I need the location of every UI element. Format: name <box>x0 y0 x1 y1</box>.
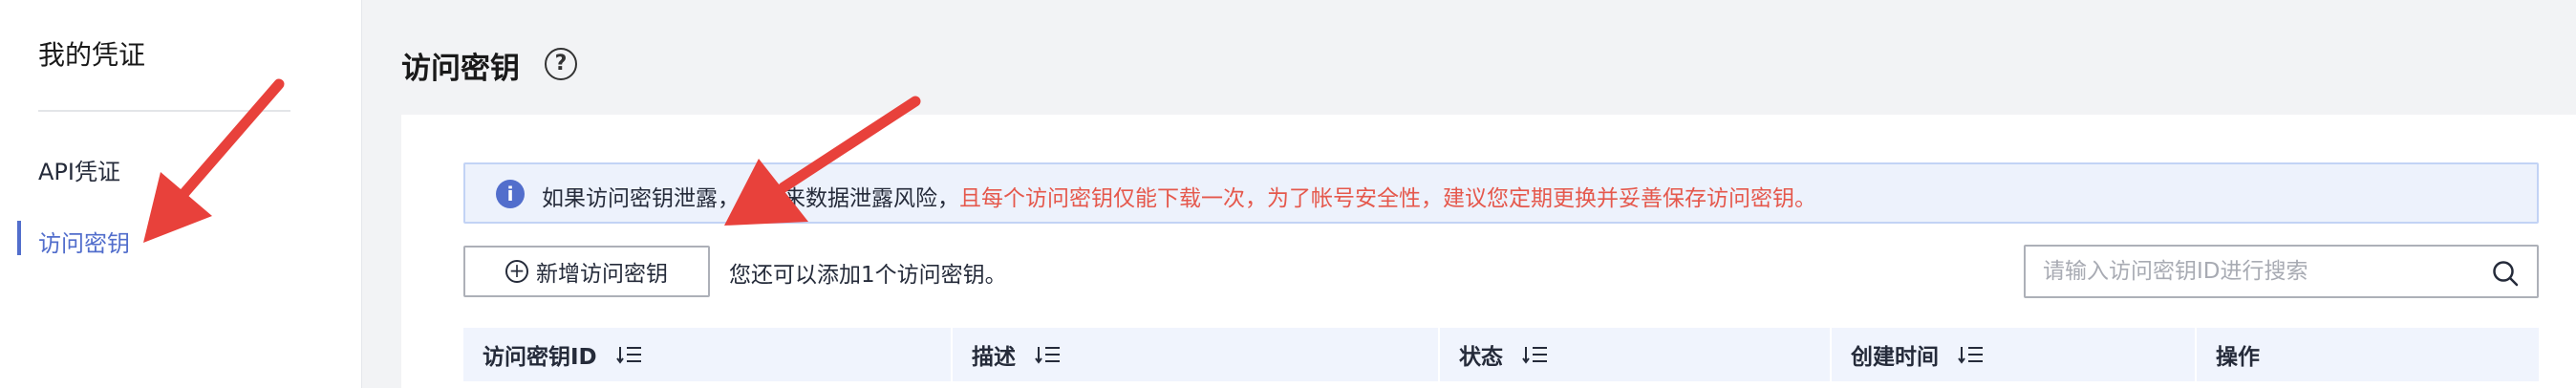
info-icon: i <box>496 180 525 208</box>
sidebar: 我的凭证 API凭证 访问密钥 <box>0 0 362 388</box>
notice-text: 如果访问密钥泄露，会带来数据泄露风险，且每个访问密钥仅能下载一次，为了帐号安全性… <box>542 180 1816 212</box>
column-header-created-time[interactable]: 创建时间 <box>1832 328 2195 381</box>
notice-text-warning: 且每个访问密钥仅能下载一次，为了帐号安全性，建议您定期更换并妥善保存访问密钥。 <box>959 186 1816 211</box>
column-label: 操作 <box>2216 345 2260 370</box>
sidebar-item-api-credentials[interactable]: API凭证 <box>38 153 120 186</box>
search-input[interactable] <box>2043 256 2463 287</box>
table-header: 访问密钥ID 描述 状态 创建时间 操作 <box>463 328 2539 381</box>
plus-circle-icon: + <box>505 260 528 283</box>
notice-banner: i 如果访问密钥泄露，会带来数据泄露风险，且每个访问密钥仅能下载一次，为了帐号安… <box>463 162 2539 224</box>
column-label: 状态 <box>1459 345 1503 370</box>
page-title: 访问密钥 <box>401 52 520 86</box>
sort-icon[interactable] <box>1035 344 1062 365</box>
column-header-description[interactable]: 描述 <box>953 328 1438 381</box>
help-icon[interactable]: ? <box>545 48 577 80</box>
add-access-key-label: 新增访问密钥 <box>536 262 668 287</box>
add-access-key-button[interactable]: + 新增访问密钥 <box>463 246 710 297</box>
sidebar-title: 我的凭证 <box>38 39 146 71</box>
app-root: 我的凭证 API凭证 访问密钥 访问密钥 ? i 如果访问密钥泄露，会带来数据泄… <box>0 0 2576 388</box>
sort-icon[interactable] <box>1522 344 1549 365</box>
add-quota-hint: 您还可以添加1个访问密钥。 <box>729 263 1007 288</box>
sidebar-divider <box>38 110 290 112</box>
search-icon[interactable] <box>2491 259 2520 288</box>
sort-icon[interactable] <box>1958 344 1985 365</box>
column-label: 访问密钥ID <box>483 345 597 370</box>
column-header-status[interactable]: 状态 <box>1440 328 1830 381</box>
search-box <box>2024 245 2539 298</box>
sidebar-item-access-keys[interactable]: 访问密钥 <box>38 225 130 258</box>
column-label: 描述 <box>972 345 1016 370</box>
column-header-key-id[interactable]: 访问密钥ID <box>463 328 951 381</box>
column-label: 创建时间 <box>1851 345 1939 370</box>
sidebar-active-indicator <box>17 221 21 255</box>
column-header-actions: 操作 <box>2197 328 2539 381</box>
sort-icon[interactable] <box>615 344 643 365</box>
notice-text-normal: 如果访问密钥泄露，会带来数据泄露风险， <box>542 186 959 211</box>
